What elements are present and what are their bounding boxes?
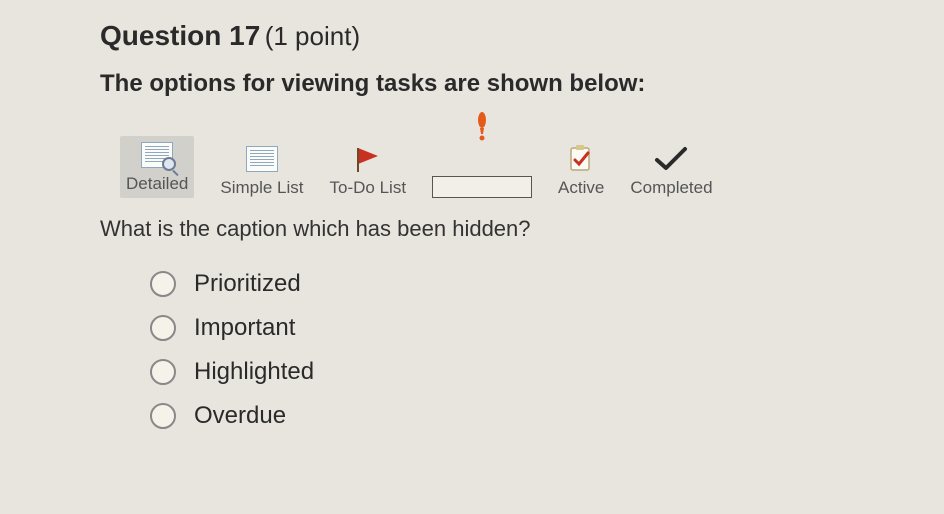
clipboard-check-icon: [563, 144, 599, 174]
view-label: Active: [558, 178, 604, 198]
question-intro: The options for viewing tasks are shown …: [100, 70, 904, 98]
question-header: Question 17 (1 point): [100, 20, 904, 52]
option-b[interactable]: Important: [150, 314, 904, 342]
flag-icon: [350, 144, 386, 174]
view-hidden: [432, 112, 532, 198]
view-label: Simple List: [220, 178, 303, 198]
radio-icon[interactable]: [150, 359, 176, 385]
radio-icon[interactable]: [150, 271, 176, 297]
simple-list-icon: [244, 144, 280, 174]
view-label: Completed: [630, 178, 712, 198]
view-todo-list: To-Do List: [330, 144, 407, 198]
question-points: (1 point): [265, 21, 360, 51]
option-a[interactable]: Prioritized: [150, 270, 904, 298]
detailed-list-icon: [139, 140, 175, 170]
option-label: Overdue: [194, 402, 286, 430]
exclamation-icon: [464, 112, 500, 142]
option-label: Prioritized: [194, 270, 301, 298]
option-label: Highlighted: [194, 358, 314, 386]
hidden-caption-box: [432, 176, 532, 198]
view-label: Detailed: [126, 174, 188, 194]
view-simple-list: Simple List: [220, 144, 303, 198]
view-active: Active: [558, 144, 604, 198]
checkmark-icon: [653, 144, 689, 174]
question-prompt: What is the caption which has been hidde…: [100, 216, 904, 242]
view-completed: Completed: [630, 144, 712, 198]
question-title: Question 17: [100, 20, 260, 51]
answer-options: Prioritized Important Highlighted Overdu…: [150, 270, 904, 430]
view-toolbar: Detailed Simple List To-Do List: [120, 112, 904, 198]
view-label: To-Do List: [330, 178, 407, 198]
option-label: Important: [194, 314, 295, 342]
option-c[interactable]: Highlighted: [150, 358, 904, 386]
radio-icon[interactable]: [150, 315, 176, 341]
view-detailed: Detailed: [120, 136, 194, 198]
radio-icon[interactable]: [150, 403, 176, 429]
option-d[interactable]: Overdue: [150, 402, 904, 430]
